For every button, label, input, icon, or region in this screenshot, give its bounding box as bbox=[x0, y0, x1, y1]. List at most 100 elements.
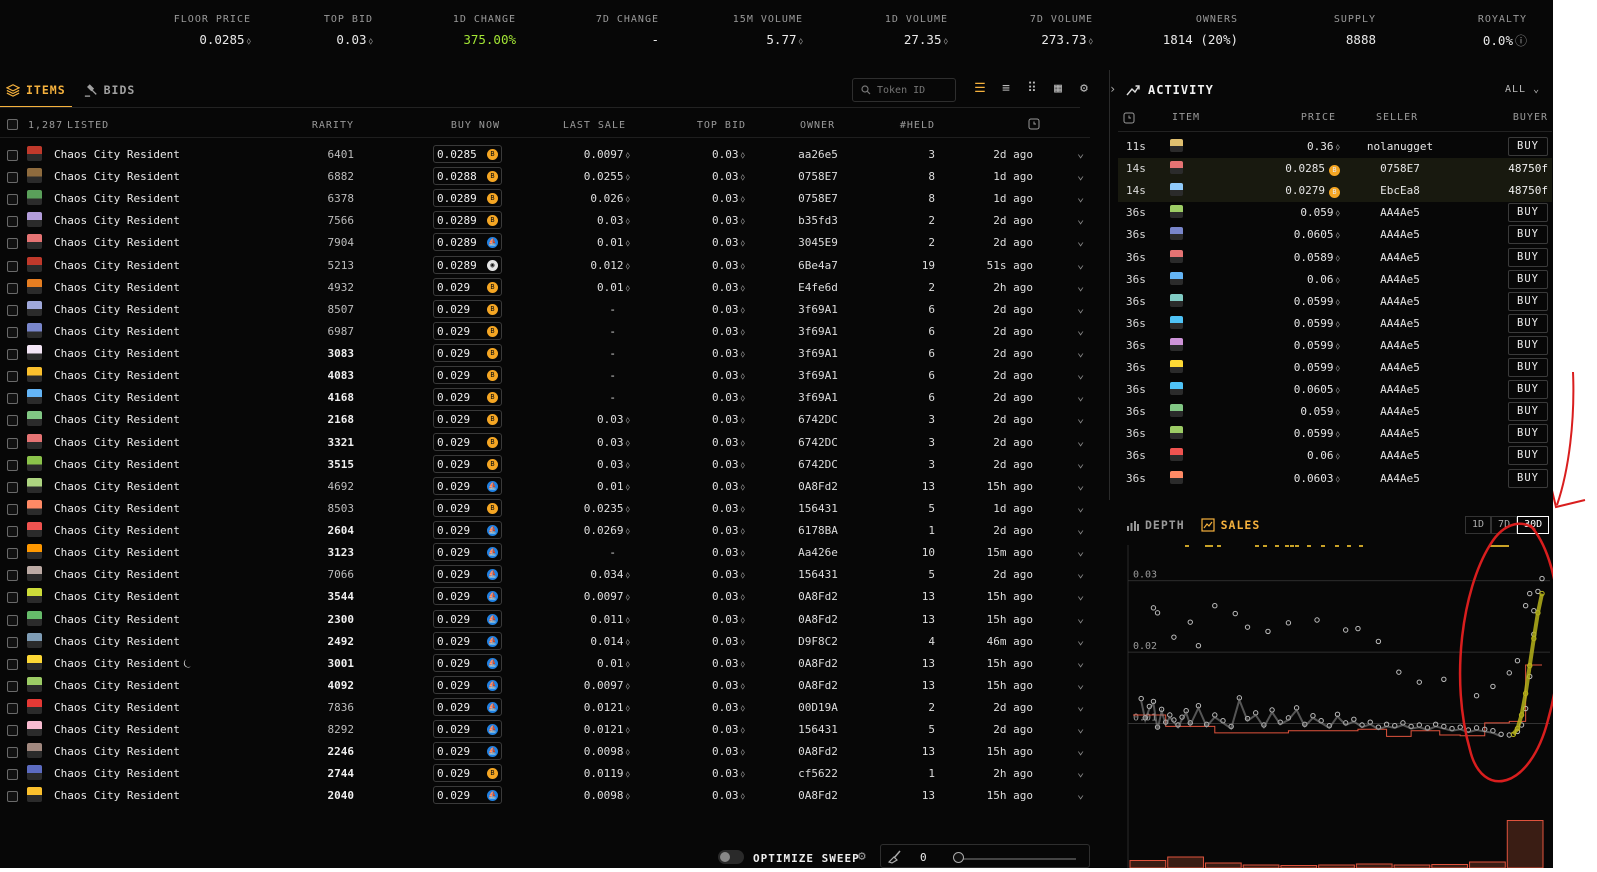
buy-now-button[interactable]: 0.0289 ⛵ bbox=[433, 233, 502, 252]
range-30d[interactable]: 30D bbox=[1517, 516, 1550, 534]
activity-item-avatar[interactable] bbox=[1170, 139, 1183, 152]
row-checkbox[interactable] bbox=[7, 526, 18, 538]
buy-now-button[interactable]: 0.029 ⛵ bbox=[433, 786, 502, 805]
buy-now-button[interactable]: 0.029 B bbox=[433, 454, 502, 473]
expand-chevron-icon[interactable]: ⌄ bbox=[1077, 765, 1084, 779]
clock-icon[interactable] bbox=[1028, 118, 1040, 133]
row-checkbox[interactable] bbox=[7, 791, 18, 803]
list-view-icon[interactable]: ☰ bbox=[973, 82, 987, 96]
buy-now-button[interactable]: 0.0289 B bbox=[433, 211, 502, 230]
large-grid-icon[interactable]: ▦ bbox=[1051, 82, 1065, 96]
activity-item-avatar[interactable] bbox=[1170, 293, 1183, 307]
buy-button[interactable]: BUY bbox=[1508, 402, 1548, 422]
owner-address[interactable]: Aa426e bbox=[784, 546, 852, 559]
sales-chart[interactable]: 0.03 0.02 0.01 bbox=[1125, 543, 1550, 868]
activity-row[interactable]: 36s 0.0605 ⬨ AA4Ae5 BUY bbox=[1118, 379, 1552, 401]
owner-address[interactable]: 156431 bbox=[784, 723, 852, 736]
row-checkbox[interactable] bbox=[7, 481, 18, 493]
activity-item-avatar[interactable] bbox=[1170, 271, 1183, 285]
table-row[interactable]: Chaos City Resident 3083 0.029 B - 0.03 ⬨ 3f69A… bbox=[0, 343, 1090, 365]
activity-row[interactable]: 11s 0.36 ⬨ nolanugget BUY bbox=[1118, 136, 1552, 158]
activity-row[interactable]: 36s 0.0599 ⬨ AA4Ae5 BUY bbox=[1118, 291, 1552, 313]
table-row[interactable]: Chaos City Resident 2492 0.029 ⛵ 0.014 ⬨ 0.03 ⬨… bbox=[0, 631, 1090, 653]
item-name[interactable]: Chaos City Resident bbox=[54, 568, 180, 581]
col-top-bid[interactable]: TOP BID bbox=[697, 120, 746, 131]
owner-address[interactable]: 0A8Fd2 bbox=[784, 657, 852, 670]
seller-address[interactable]: 0758E7 bbox=[1364, 162, 1436, 175]
buy-button[interactable]: BUY bbox=[1508, 380, 1548, 400]
row-checkbox[interactable] bbox=[7, 614, 18, 626]
activity-row[interactable]: 36s 0.0599 ⬨ AA4Ae5 BUY bbox=[1118, 335, 1552, 357]
owner-address[interactable]: 0A8Fd2 bbox=[784, 789, 852, 802]
buy-now-button[interactable]: 0.029 B bbox=[433, 277, 502, 296]
settings-gear-icon[interactable]: ⚙ bbox=[1077, 82, 1091, 96]
owner-address[interactable]: cf5622 bbox=[784, 767, 852, 780]
owner-address[interactable]: 0A8Fd2 bbox=[784, 590, 852, 603]
range-7d[interactable]: 7D bbox=[1491, 516, 1518, 534]
buy-now-button[interactable]: 0.029 B bbox=[433, 344, 502, 363]
table-row[interactable]: Chaos City Resident 5213 0.0289 ◉ 0.012 ⬨ 0.03… bbox=[0, 255, 1090, 277]
buy-button[interactable]: BUY bbox=[1508, 313, 1548, 333]
buy-now-button[interactable]: 0.029 B bbox=[433, 764, 502, 783]
row-checkbox[interactable] bbox=[7, 172, 18, 184]
expand-chevron-icon[interactable]: ⌄ bbox=[1077, 234, 1084, 248]
activity-row[interactable]: 36s 0.06 ⬨ AA4Ae5 BUY bbox=[1118, 445, 1552, 467]
table-row[interactable]: Chaos City Resident 6401 0.0285 B 0.0097 ⬨ 0.0… bbox=[0, 144, 1090, 166]
token-search[interactable] bbox=[852, 78, 956, 102]
item-name[interactable]: Chaos City Resident bbox=[54, 458, 180, 471]
table-row[interactable]: Chaos City Resident 7566 0.0289 B 0.03 ⬨ 0.03 ⬨… bbox=[0, 210, 1090, 232]
table-row[interactable]: Chaos City Resident 3515 0.029 B 0.03 ⬨ 0.03 ⬨ 6… bbox=[0, 454, 1090, 476]
buy-button[interactable]: BUY bbox=[1508, 446, 1548, 466]
buy-now-button[interactable]: 0.029 ⛵ bbox=[433, 565, 502, 584]
buy-now-button[interactable]: 0.029 B bbox=[433, 299, 502, 318]
item-name[interactable]: Chaos City Resident bbox=[54, 701, 180, 714]
row-checkbox[interactable] bbox=[7, 658, 18, 670]
expand-chevron-icon[interactable]: ⌄ bbox=[1077, 279, 1084, 293]
row-checkbox[interactable] bbox=[7, 437, 18, 449]
row-checkbox[interactable] bbox=[7, 503, 18, 515]
owner-address[interactable]: 0758E7 bbox=[784, 192, 852, 205]
seller-address[interactable]: AA4Ae5 bbox=[1364, 383, 1436, 396]
activity-item-avatar[interactable] bbox=[1170, 470, 1183, 484]
row-checkbox[interactable] bbox=[7, 570, 18, 582]
buy-button[interactable]: BUY bbox=[1508, 468, 1548, 488]
table-row[interactable]: Chaos City Resident 2744 0.029 B 0.0119 ⬨ 0.03… bbox=[0, 763, 1090, 785]
buy-now-button[interactable]: 0.029 ⛵ bbox=[433, 631, 502, 650]
sweep-slider-track[interactable] bbox=[956, 858, 1076, 860]
owner-address[interactable]: 0A8Fd2 bbox=[784, 745, 852, 758]
item-name[interactable]: Chaos City Resident bbox=[54, 369, 180, 382]
table-row[interactable]: Chaos City Resident 7836 0.029 ⛵ 0.0121 ⬨ 0.03… bbox=[0, 697, 1090, 719]
table-row[interactable]: Chaos City Resident 6882 0.0288 B 0.0255 ⬨ 0.0… bbox=[0, 166, 1090, 188]
buy-now-button[interactable]: 0.0289 B bbox=[433, 189, 502, 208]
seller-address[interactable]: AA4Ae5 bbox=[1364, 273, 1436, 286]
buy-now-button[interactable]: 0.029 ⛵ bbox=[433, 587, 502, 606]
expand-chevron-icon[interactable]: ⌄ bbox=[1077, 655, 1084, 669]
token-id-input[interactable] bbox=[877, 84, 947, 96]
buy-now-button[interactable]: 0.0289 ◉ bbox=[433, 255, 502, 274]
expand-chevron-icon[interactable]: ⌄ bbox=[1077, 522, 1084, 536]
row-checkbox[interactable] bbox=[7, 636, 18, 648]
activity-item-avatar[interactable] bbox=[1170, 337, 1183, 351]
tab-items[interactable]: ITEMS bbox=[6, 80, 66, 100]
expand-chevron-icon[interactable]: ⌄ bbox=[1077, 411, 1084, 425]
owner-address[interactable]: 3f69A1 bbox=[784, 391, 852, 404]
row-checkbox[interactable] bbox=[7, 216, 18, 228]
item-name[interactable]: Chaos City Resident bbox=[54, 192, 180, 205]
table-row[interactable]: Chaos City Resident ⏾ 3001 0.029 ⛵ 0.01 ⬨ 0.03 ⬨… bbox=[0, 653, 1090, 675]
collapse-panel-chevron-icon[interactable]: › bbox=[1109, 82, 1119, 104]
item-name[interactable]: Chaos City Resident bbox=[54, 148, 180, 161]
owner-address[interactable]: E4fe6d bbox=[784, 281, 852, 294]
item-name[interactable]: Chaos City Resident bbox=[54, 391, 180, 404]
expand-chevron-icon[interactable]: ⌄ bbox=[1077, 699, 1084, 713]
table-row[interactable]: Chaos City Resident 3123 0.029 ⛵ - 0.03 ⬨ Aa426… bbox=[0, 542, 1090, 564]
col-owner[interactable]: OWNER bbox=[800, 120, 835, 131]
seller-address[interactable]: nolanugget bbox=[1364, 140, 1436, 153]
buy-now-button[interactable]: 0.029 B bbox=[433, 432, 502, 451]
owner-address[interactable]: b35fd3 bbox=[784, 214, 852, 227]
activity-row[interactable]: 36s 0.06 ⬨ AA4Ae5 BUY bbox=[1118, 269, 1552, 291]
buy-button[interactable]: BUY bbox=[1508, 247, 1548, 267]
broom-icon[interactable] bbox=[886, 849, 904, 868]
expand-chevron-icon[interactable]: ⌄ bbox=[1077, 566, 1084, 580]
buy-button[interactable]: BUY bbox=[1508, 358, 1548, 377]
activity-row[interactable]: 14s 0.0279 B EbcEa8 48750f bbox=[1118, 180, 1552, 203]
